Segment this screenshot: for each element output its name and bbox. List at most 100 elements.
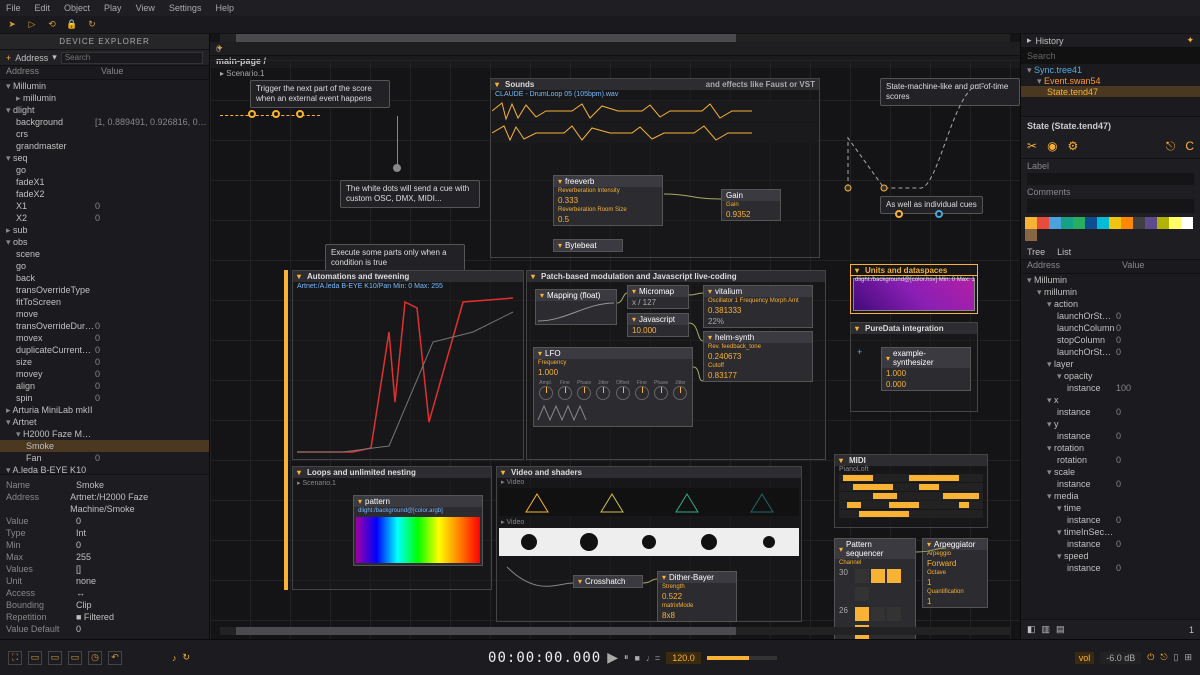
tree-row[interactable]: seq	[0, 152, 209, 164]
tree-row[interactable]: rotation0	[1021, 454, 1200, 466]
node-dither[interactable]: Dither-Bayer Strength 0.522 matrixMode 8…	[657, 571, 737, 622]
palette-swatch[interactable]	[1109, 217, 1121, 229]
knob-phase[interactable]: Phase	[577, 380, 592, 400]
tree-row[interactable]: scale	[1021, 466, 1200, 478]
loops-scenario[interactable]: Scenario.1	[302, 480, 335, 487]
tree-row[interactable]: align0	[0, 380, 209, 392]
param-value[interactable]: 0.9352	[726, 210, 750, 219]
history-star-icon[interactable]: ✦	[1186, 35, 1194, 46]
dock-splitv-icon[interactable]: ▤	[1056, 624, 1065, 635]
tree-row[interactable]: scene	[0, 248, 209, 260]
tree-row[interactable]: move	[0, 308, 209, 320]
tree-row[interactable]: sub	[0, 224, 209, 236]
tree-row[interactable]: movex0	[0, 332, 209, 344]
panel3-icon[interactable]: ▭	[68, 651, 82, 665]
node-freeverb[interactable]: freeverb Reverberation Intensity 0.333 R…	[553, 175, 663, 226]
knob-fine[interactable]: Fine	[557, 380, 572, 400]
tree-row[interactable]: fadeX2	[0, 188, 209, 200]
param-value[interactable]: Forward	[927, 559, 956, 568]
note-icon[interactable]: ♪	[172, 653, 177, 663]
node-arpeggiator[interactable]: Arpeggiator Arpeggio Forward Octave 1 Qu…	[922, 538, 988, 608]
param-value[interactable]: 8x8	[662, 611, 675, 620]
palette-swatch[interactable]	[1181, 217, 1193, 229]
tree-row[interactable]: obs	[0, 236, 209, 248]
param-value[interactable]: 30	[839, 568, 848, 604]
node-javascript[interactable]: Javascript 10.000	[627, 313, 689, 337]
refresh-icon[interactable]: ↻	[86, 19, 98, 31]
box-patch[interactable]: Patch-based modulation and Javascript li…	[526, 270, 826, 460]
tree-row[interactable]: go	[0, 164, 209, 176]
expand-icon[interactable]: ▾	[52, 52, 57, 63]
undo-icon[interactable]: ↶	[108, 651, 122, 665]
node-example-synth[interactable]: example-synthesizer 1.000 0.000	[881, 347, 971, 391]
param-value[interactable]: 0.381333	[708, 306, 741, 315]
play-icon[interactable]: ▷	[26, 19, 38, 31]
comments-input[interactable]	[1027, 199, 1194, 213]
tree-row[interactable]: launchColumn0	[1021, 322, 1200, 334]
palette-swatch[interactable]	[1097, 217, 1109, 229]
tree-row[interactable]: instance0	[1021, 514, 1200, 526]
knob-jitter[interactable]: Jitter	[596, 380, 611, 400]
tree-row[interactable]: instance0	[1021, 538, 1200, 550]
tree-row[interactable]: back	[0, 272, 209, 284]
knob-ampl.[interactable]: Ampl.	[538, 380, 553, 400]
box-video[interactable]: Video and shaders ▸ Video ▸ Video	[496, 466, 802, 622]
tree-row[interactable]: Fan0	[0, 452, 209, 464]
param-value[interactable]: 1.000	[886, 369, 906, 378]
param-value[interactable]: 1	[927, 578, 931, 587]
node-lfo[interactable]: LFO Frequency 1.000 Ampl.FinePhaseJitter…	[533, 347, 693, 427]
tempo-value[interactable]: 120.0	[666, 652, 701, 664]
tree-row[interactable]: Sync.tree41	[1021, 64, 1200, 75]
palette-swatch[interactable]	[1157, 217, 1169, 229]
palette-swatch[interactable]	[1025, 229, 1037, 241]
menu-file[interactable]: File	[6, 3, 21, 13]
plus-icon[interactable]: +	[6, 53, 11, 63]
tree-row[interactable]: opacity	[1021, 370, 1200, 382]
param-value[interactable]: x / 127	[632, 298, 656, 307]
tree-row[interactable]: fadeX1	[0, 176, 209, 188]
tree-row[interactable]: layer	[1021, 358, 1200, 370]
tree-row[interactable]: dlight	[0, 104, 209, 116]
tree-row[interactable]: launchOrStopColumn0	[1021, 310, 1200, 322]
node-pattern-sequencer[interactable]: Pattern sequencer Channel 30 26 36	[834, 538, 916, 639]
tree-row[interactable]: X10	[0, 200, 209, 212]
device-search-input[interactable]	[61, 52, 203, 64]
tree-row[interactable]: transOverrideType	[0, 284, 209, 296]
volume-value[interactable]: -6.0 dB	[1100, 652, 1141, 664]
tree-row[interactable]: grandmaster	[0, 140, 209, 152]
waveform[interactable]	[492, 101, 818, 121]
history-label[interactable]: History	[1036, 36, 1064, 46]
video-track-1[interactable]: Video	[506, 479, 524, 486]
tree-row[interactable]: duplicateCurrentScene0	[0, 344, 209, 356]
menu-help[interactable]: Help	[215, 3, 234, 13]
tree-row[interactable]: stopColumn0	[1021, 334, 1200, 346]
palette-swatch[interactable]	[1085, 217, 1097, 229]
tree-row[interactable]: transOverrideDuration0	[0, 320, 209, 332]
tree-row[interactable]: action	[1021, 298, 1200, 310]
tree-row[interactable]: timeInSeconds	[1021, 526, 1200, 538]
param-value[interactable]: 1	[927, 597, 931, 606]
horizontal-scrollbar-top[interactable]	[220, 34, 1010, 42]
tree-row[interactable]: movey0	[0, 368, 209, 380]
stop-button[interactable]: ■	[634, 653, 639, 663]
label-input[interactable]	[1027, 173, 1194, 185]
param-value[interactable]: 0.240673	[708, 352, 741, 361]
dock-splith-icon[interactable]: ▥	[1042, 624, 1051, 635]
audio-clip-name[interactable]: CLAUDE - DrumLoop 05 (105bpm).wav	[491, 90, 819, 99]
box-units[interactable]: Units and dataspaces dlight:/background@…	[850, 264, 978, 314]
tree-row[interactable]: State.tend47	[1021, 86, 1200, 97]
menu-edit[interactable]: Edit	[35, 3, 51, 13]
cue-marker[interactable]	[935, 210, 943, 218]
panel2-icon[interactable]: ▭	[48, 651, 62, 665]
pointer-icon[interactable]: ➤	[6, 19, 18, 31]
box-puredata[interactable]: PureData integration example-synthesizer…	[850, 322, 978, 412]
nested-pattern[interactable]: pattern dlight:/background@[color.argb]	[353, 495, 483, 566]
tree-row[interactable]: y	[1021, 418, 1200, 430]
pause-button[interactable]: ⏸	[624, 652, 629, 663]
tree-row[interactable]: Event.swan54	[1021, 75, 1200, 86]
tree-row[interactable]: X20	[0, 212, 209, 224]
knob-jitter[interactable]: Jitter	[673, 380, 688, 400]
cue-dot[interactable]	[272, 110, 280, 118]
tempo-slider[interactable]	[707, 656, 777, 660]
score-canvas[interactable]: Trigger the next part of the score when …	[210, 60, 1020, 639]
